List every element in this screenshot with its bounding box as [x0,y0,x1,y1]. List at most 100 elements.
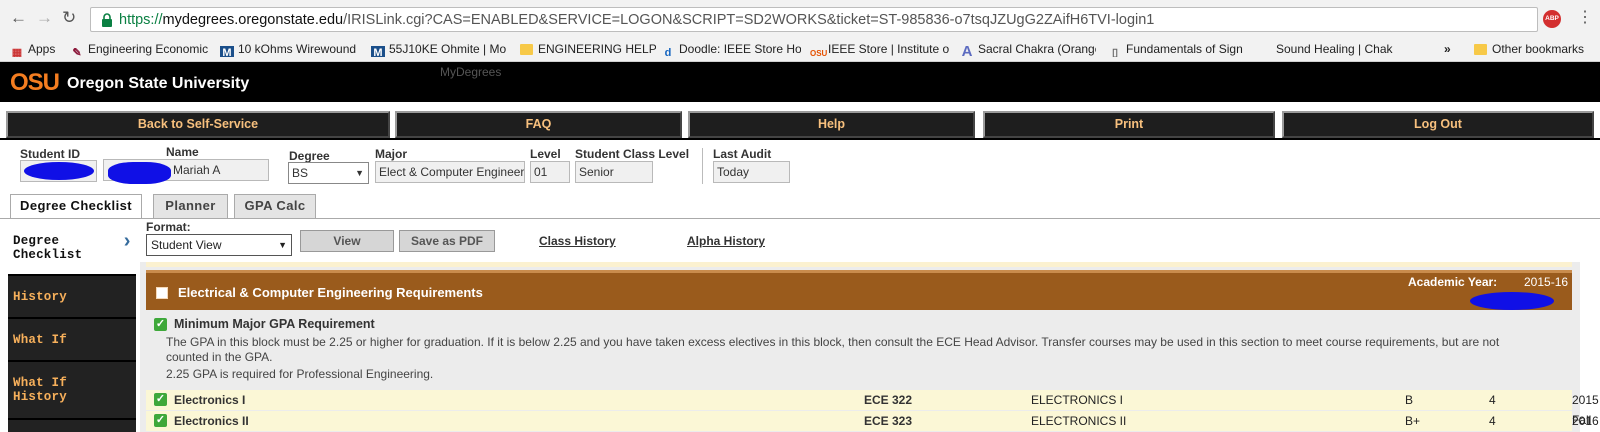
academic-year-value: 2015-16 [1524,275,1569,289]
requirement-note: 2.25 GPA is required for Professional En… [166,367,434,381]
bookmark-sound-healing[interactable]: Sound Healing | Chak [1276,41,1406,57]
academic-year-label: Academic Year: [1408,275,1498,289]
dropdown-arrow-icon: ▼ [278,240,287,250]
side-nav: Degree Checklist › History What If What … [8,222,136,432]
level-value: 01 [534,165,548,179]
side-nav-what-if[interactable]: What If [8,319,136,360]
checkmark-icon: ✓ [154,393,167,406]
bookmark-label: IEEE Store | Institute o [828,42,950,56]
major-field: Elect & Computer Engineering [375,161,525,183]
bookmark-ieee-store[interactable]: OSUIEEE Store | Institute o [810,41,952,57]
app-name: MyDegrees [440,65,502,79]
reload-icon[interactable]: ↻ [62,9,76,27]
side-nav-label: History [13,390,67,404]
back-arrow-icon[interactable]: ← [10,9,27,27]
course-row: ✓ Electronics I ECE 322 ELECTRONICS I B … [146,390,1599,427]
folder-icon [520,44,533,55]
browser-menu-icon[interactable]: ⋮ [1577,9,1593,27]
bookmark-label: Sound Healing | Chak [1276,42,1393,56]
tab-underline [0,218,1600,219]
folder-icon [1474,44,1487,55]
side-nav-what-if-history[interactable]: What If History [8,362,136,418]
bookmark-apps[interactable]: ▦ Apps [10,41,70,57]
bookmark-label: 10 kOhms Wirewound [238,42,357,56]
other-bookmarks[interactable]: Other bookmarks [1474,41,1600,57]
tab-gpa-calc[interactable]: GPA Calc [234,194,316,218]
address-bar[interactable]: https://mydegrees.oregonstate.edu/IRISLi… [90,7,1600,34]
side-nav-more[interactable] [8,420,136,432]
side-nav-label: History [13,290,67,304]
tab-planner[interactable]: Planner [153,194,228,218]
main-nav: Back to Self-Service FAQ Help Print Log … [0,108,1600,140]
osu-logo-mark: OSU [10,69,60,96]
last-audit-field: Today [713,161,790,183]
format-label: Format: [146,220,191,234]
side-nav-history[interactable]: History [8,276,136,317]
tab-degree-checklist[interactable]: Degree Checklist [10,194,142,219]
block-top-strip [146,262,1572,267]
class-level-field: Senior [575,161,653,183]
name-label: Name [166,145,199,159]
save-as-pdf-button[interactable]: Save as PDF [399,230,495,252]
course-title: ELECTRONICS I [1031,393,1124,407]
bookmark-55j10ke[interactable]: M 55J10KE Ohmite | Mo [371,41,507,57]
side-nav-label: Degree [13,234,60,248]
checkmark-icon: ✓ [154,414,167,427]
level-field: 01 [530,161,570,183]
osu-logo: OSU Oregon State University [10,69,249,96]
last-audit-label: Last Audit [713,147,772,161]
bookmark-fundamentals-signals[interactable]: ▯ Fundamentals of Sign [1108,41,1246,57]
major-label: Major [375,147,408,161]
bookmark-10kohms[interactable]: M 10 kOhms Wirewound [220,41,360,57]
help-button[interactable]: Help [688,111,975,138]
side-nav-label: What If [13,333,67,347]
adblock-plus-icon[interactable]: ABP [1543,10,1561,28]
site-header: OSU Oregon State University MyDegrees [0,62,1600,102]
requirement-title: Minimum Major GPA Requirement [174,317,375,331]
quill-icon: ✎ [72,47,82,57]
mouser-icon: M [371,46,385,57]
back-to-self-service-button[interactable]: Back to Self-Service [6,111,390,138]
course-code[interactable]: ECE 322 [864,390,912,410]
class-level-label: Student Class Level [575,147,690,161]
bookmark-label: Engineering Economic [88,42,209,56]
class-history-link[interactable]: Class History [539,234,616,248]
level-label: Level [530,147,561,161]
forward-arrow-icon[interactable]: → [36,9,53,27]
print-button[interactable]: Print [983,111,1275,138]
class-level-value: Senior [579,165,614,179]
course-code[interactable]: ECE 323 [864,411,912,431]
student-info: Student ID Name Mariah A Degree BS ▼ Majo… [0,144,1600,188]
course-grade: B+ [1405,414,1421,428]
degree-select[interactable]: BS ▼ [288,162,369,184]
format-select[interactable]: Student View ▼ [146,234,292,256]
bookmark-overflow-icon[interactable]: » [1444,41,1460,57]
side-nav-label: What If [13,376,67,390]
chevron-right-icon: › [121,231,134,254]
course-credits: 4 [1489,393,1496,407]
student-id-label: Student ID [20,147,80,161]
bookmark-engineering-economic[interactable]: ✎ Engineering Economic [70,41,220,57]
requirement-block-header: Electrical & Computer Engineering Requir… [146,270,1572,310]
faq-button[interactable]: FAQ [395,111,682,138]
view-button[interactable]: View [300,230,394,252]
bookmark-sacral-chakra[interactable]: A Sacral Chakra (Orange [960,41,1096,57]
alpha-history-link[interactable]: Alpha History [687,234,765,248]
incomplete-box-icon [156,287,168,299]
bookmark-label: Doodle: IEEE Store Ho [679,42,801,56]
university-name: Oregon State University [67,75,250,92]
side-nav-degree-checklist[interactable]: Degree Checklist › [8,222,136,274]
doodle-icon: d [664,47,672,57]
redaction-scribble [108,162,171,184]
bookmark-label: Fundamentals of Sign [1126,42,1243,56]
document-icon: ▯ [1111,47,1119,57]
mouser-icon: M [220,46,234,57]
format-value: Student View [151,238,222,252]
bookmark-doodle[interactable]: d Doodle: IEEE Store Ho [661,41,801,57]
letter-a-icon: A [961,43,973,57]
bookmark-engineering-help[interactable]: ENGINEERING HELP [520,41,656,57]
last-audit-value: Today [717,165,750,179]
redaction-scribble [24,162,94,180]
log-out-button[interactable]: Log Out [1282,111,1594,138]
block-title: Electrical & Computer Engineering Requir… [178,285,483,300]
